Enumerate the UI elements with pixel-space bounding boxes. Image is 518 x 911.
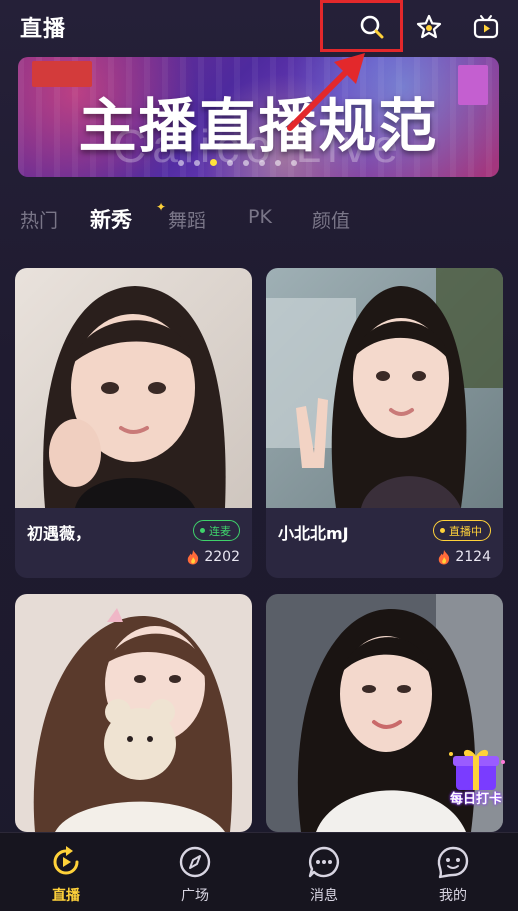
chat-icon bbox=[307, 845, 341, 879]
search-highlight-box bbox=[320, 0, 403, 52]
tab-hot[interactable]: 热门 bbox=[20, 206, 58, 233]
flame-icon bbox=[188, 550, 199, 565]
streamer-photo bbox=[15, 594, 252, 832]
banner-pagination bbox=[178, 159, 297, 166]
star-icon[interactable] bbox=[412, 10, 446, 44]
compass-icon bbox=[178, 845, 212, 879]
banner-dot[interactable] bbox=[210, 159, 217, 166]
tabbar-item-square[interactable]: 广场 bbox=[155, 845, 235, 905]
live-icon bbox=[49, 845, 83, 879]
popularity-count: 2202 bbox=[186, 549, 240, 565]
banner-dot[interactable] bbox=[227, 159, 233, 166]
banner[interactable]: Calico Live 主播直播规范 bbox=[18, 57, 499, 177]
tab-looks[interactable]: 颜值 bbox=[312, 206, 350, 233]
tabbar-item-profile[interactable]: 我的 bbox=[413, 845, 493, 905]
streamer-name: 初遇薇， bbox=[27, 524, 92, 543]
popularity-count: 2124 bbox=[437, 549, 491, 565]
daily-checkin-button[interactable]: 每日打卡 bbox=[441, 746, 511, 812]
streamer-photo bbox=[15, 268, 252, 508]
popularity-value: 2202 bbox=[204, 549, 240, 565]
status-dot-icon bbox=[200, 528, 205, 533]
daily-checkin-label: 每日打卡 bbox=[449, 792, 502, 807]
tabbar-label: 广场 bbox=[181, 888, 209, 904]
status-badge: 连麦 bbox=[193, 520, 240, 541]
banner-dot[interactable] bbox=[259, 159, 265, 166]
tabbar-label: 我的 bbox=[439, 888, 467, 904]
popularity-value: 2124 bbox=[455, 549, 491, 565]
tabbar-item-live[interactable]: 直播 bbox=[26, 845, 106, 905]
banner-dot[interactable] bbox=[291, 159, 297, 166]
banner-dot[interactable] bbox=[275, 159, 281, 166]
tab-pk[interactable]: PK bbox=[248, 206, 272, 228]
tab-rookie[interactable]: 新秀 bbox=[90, 204, 132, 234]
stream-card[interactable] bbox=[15, 594, 252, 832]
tabbar-label: 消息 bbox=[310, 888, 338, 904]
status-badge-label: 直播中 bbox=[449, 524, 482, 538]
status-badge-label: 连麦 bbox=[209, 524, 231, 538]
flame-icon bbox=[439, 550, 450, 565]
gift-box-icon bbox=[449, 749, 505, 790]
stream-card[interactable]: 初遇薇， 连麦 2202 bbox=[15, 268, 252, 578]
page-title: 直播 bbox=[20, 17, 67, 42]
streamer-name: 小北北mJ bbox=[278, 524, 349, 543]
tab-dance[interactable]: 舞蹈 bbox=[168, 206, 206, 233]
streamer-photo bbox=[266, 268, 503, 508]
status-dot-icon bbox=[440, 528, 445, 533]
bottom-tab-bar: 直播 广场 消息 我的 bbox=[0, 832, 518, 911]
status-badge: 直播中 bbox=[433, 520, 491, 541]
sparkle-icon: ✦ bbox=[156, 200, 167, 214]
banner-dot[interactable] bbox=[178, 159, 184, 166]
banner-dot[interactable] bbox=[194, 159, 200, 166]
category-tabs: 热门 新秀 ✦ 舞蹈 PK 颜值 bbox=[20, 200, 500, 242]
banner-dot[interactable] bbox=[243, 159, 249, 166]
tabbar-item-messages[interactable]: 消息 bbox=[284, 845, 364, 905]
header: 直播 bbox=[0, 0, 518, 56]
tabbar-label: 直播 bbox=[52, 888, 80, 904]
stream-card[interactable]: 小北北mJ 直播中 2124 bbox=[266, 268, 503, 578]
banner-title: 主播直播规范 bbox=[78, 92, 439, 160]
tv-icon[interactable] bbox=[469, 10, 503, 44]
profile-icon bbox=[436, 845, 470, 879]
